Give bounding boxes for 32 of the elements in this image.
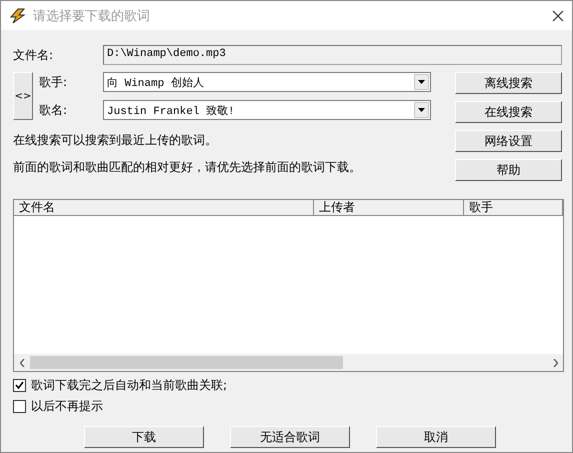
- checkbox[interactable]: [13, 378, 26, 392]
- close-icon[interactable]: [552, 10, 564, 22]
- artist-combo[interactable]: 向 Winamp 创始人: [103, 72, 431, 92]
- window-title: 请选择要下载的歌词: [33, 8, 151, 24]
- side-button[interactable]: 离线搜索: [455, 72, 562, 94]
- dropdown-arrow-icon[interactable]: [418, 108, 425, 112]
- lyrics-list[interactable]: 文件名 上传者 歌手: [13, 199, 564, 372]
- column-header[interactable]: 上传者: [314, 200, 464, 216]
- column-header[interactable]: 文件名: [14, 200, 314, 216]
- scroll-right-icon[interactable]: [552, 358, 558, 366]
- dialog-button[interactable]: 无适合歌词: [230, 426, 350, 448]
- dialog-button[interactable]: 取消: [376, 426, 496, 448]
- checkbox[interactable]: [13, 400, 26, 412]
- file-field: D:\Winamp\demo.mp3: [103, 45, 562, 65]
- dialog-button[interactable]: 下载: [84, 426, 204, 448]
- lightning-icon: [9, 8, 27, 24]
- info-text: 在线搜索可以搜索到最近上传的歌词。: [13, 132, 218, 148]
- side-button[interactable]: 网络设置: [455, 130, 562, 152]
- file-label: 文件名:: [13, 46, 54, 64]
- side-button[interactable]: 帮助: [455, 159, 562, 181]
- song-label: 歌名:: [39, 102, 68, 118]
- swap-button[interactable]: <>: [13, 72, 33, 120]
- dropdown-arrow-icon[interactable]: [418, 80, 425, 84]
- checkbox-label[interactable]: 以后不再提示: [31, 398, 103, 414]
- column-header[interactable]: 歌手: [464, 200, 563, 216]
- checkbox-label[interactable]: 歌词下载完之后自动和当前歌曲关联;: [31, 376, 228, 394]
- horizontal-scrollbar[interactable]: [14, 354, 563, 371]
- scroll-left-icon[interactable]: [20, 358, 24, 366]
- side-button[interactable]: 在线搜索: [455, 101, 562, 123]
- song-combo[interactable]: Justin Frankel 致敬!: [103, 100, 431, 120]
- artist-label: 歌手:: [39, 74, 68, 90]
- info-text: 前面的歌词和歌曲匹配的相对更好，请优先选择前面的歌词下载。: [13, 159, 362, 175]
